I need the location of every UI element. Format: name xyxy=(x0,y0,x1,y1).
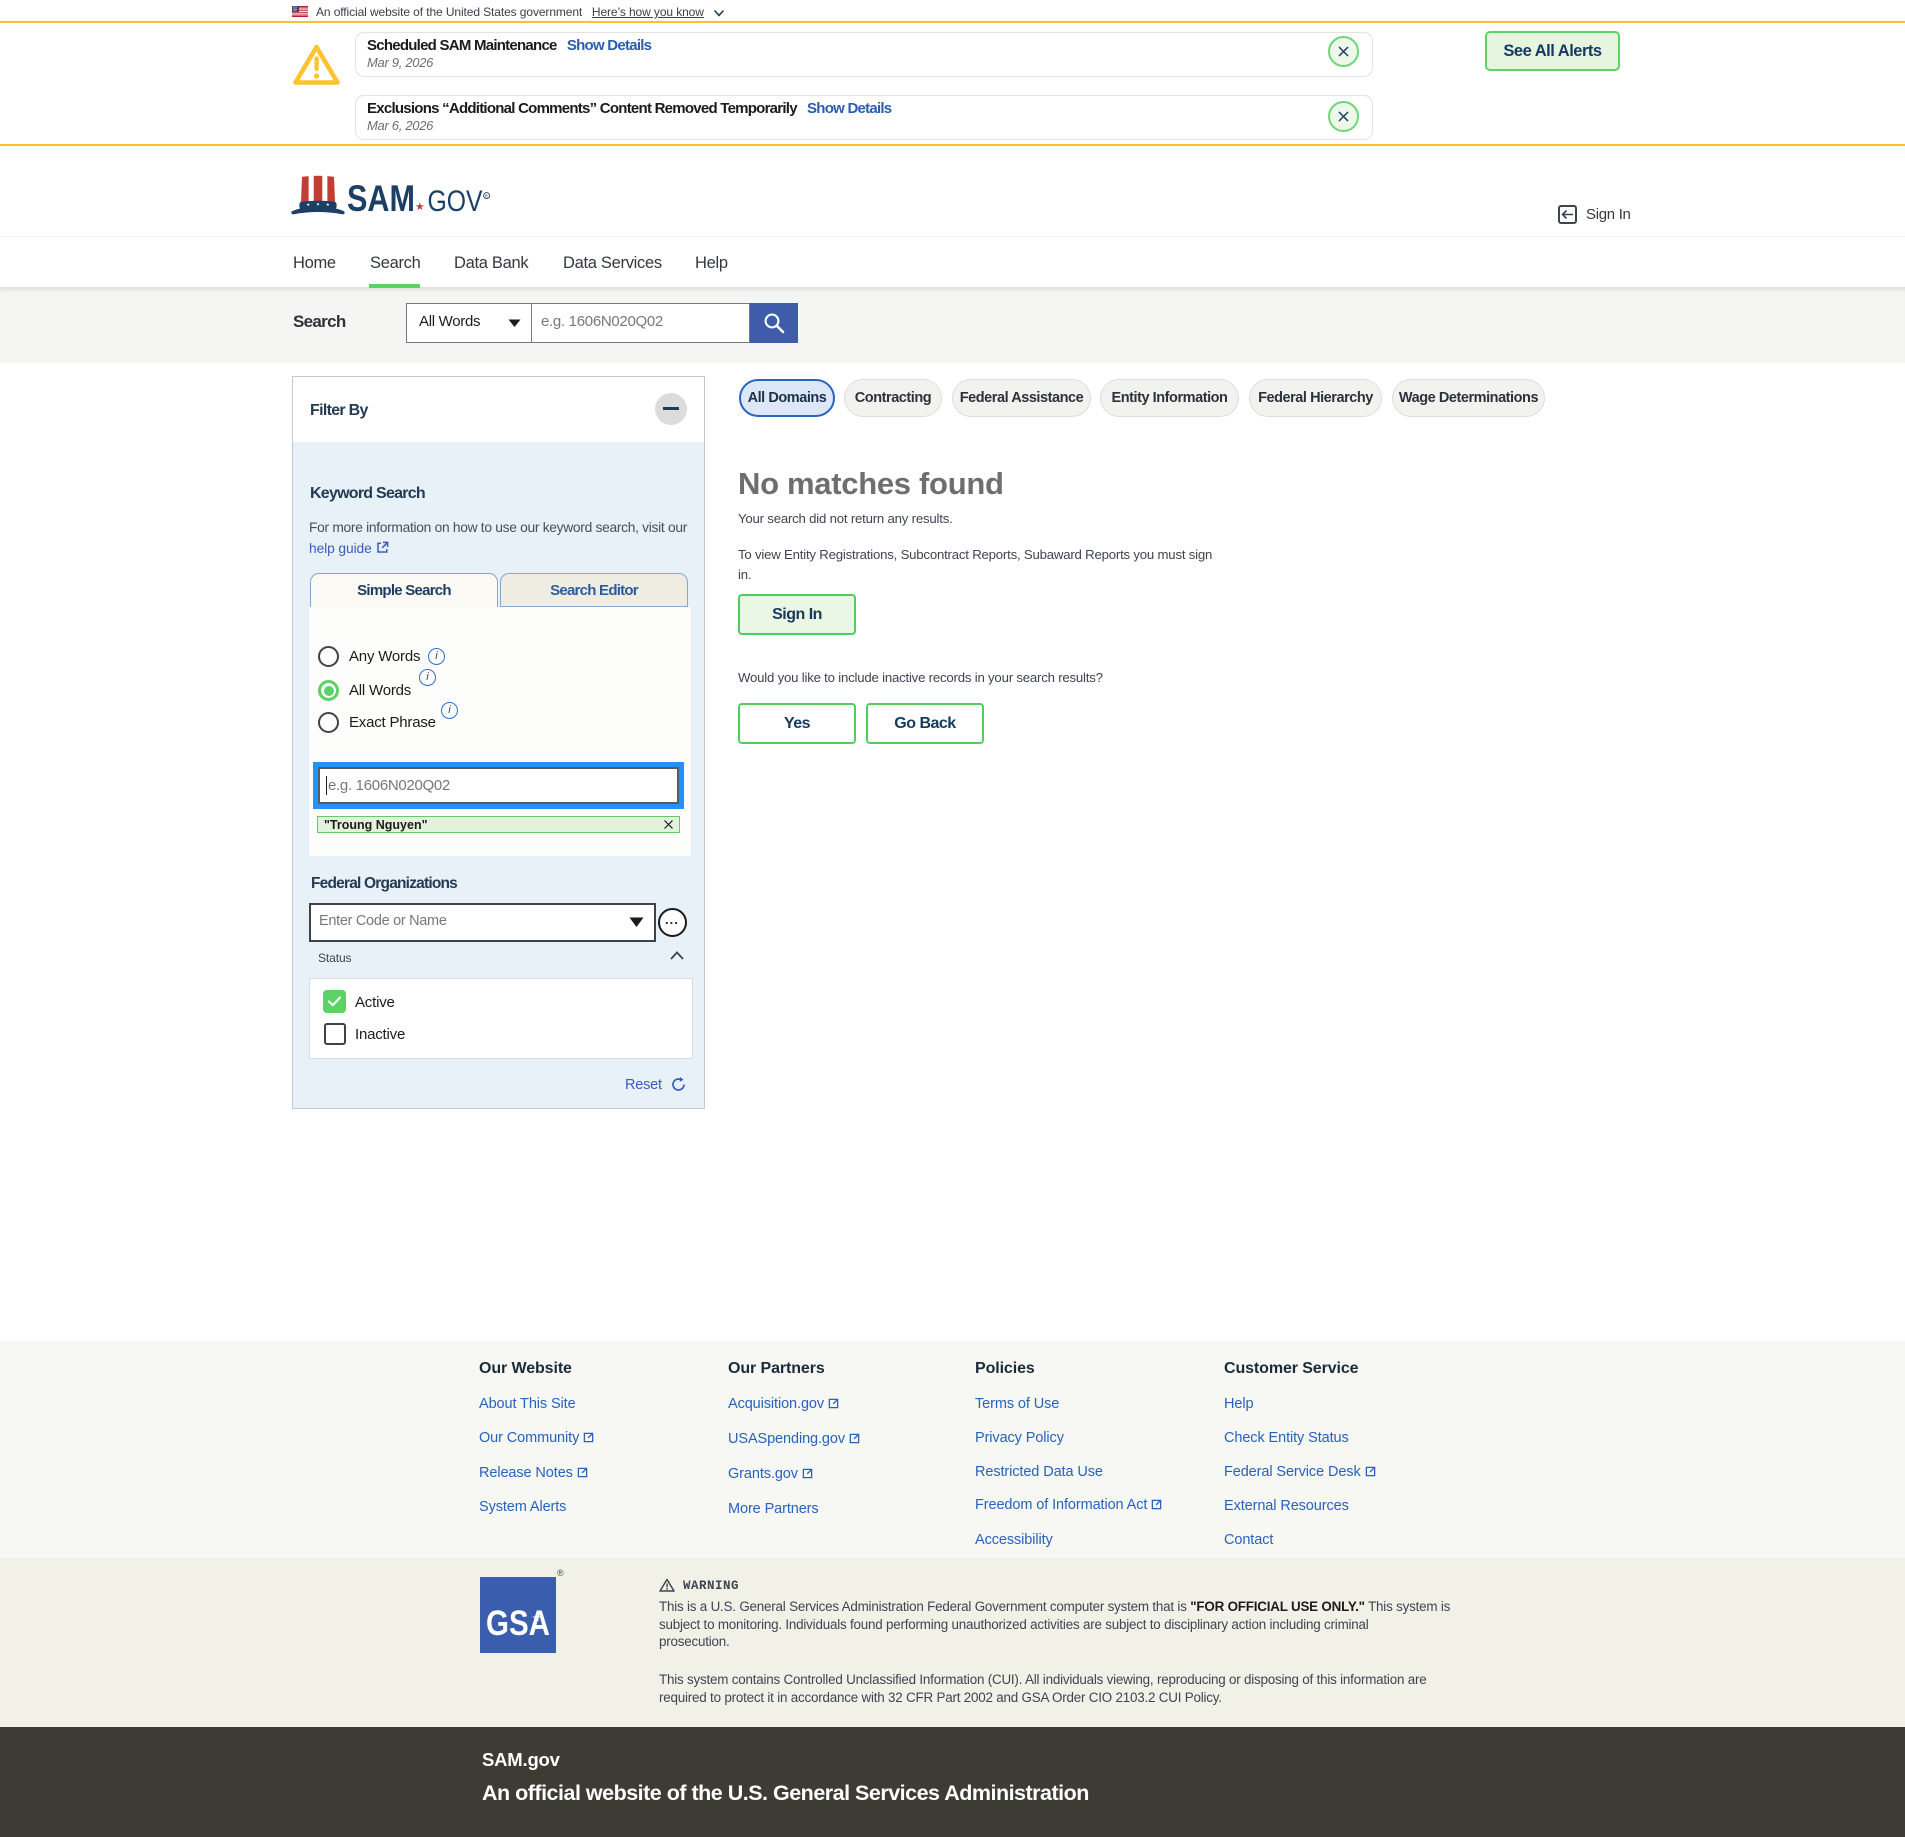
svg-text:GOV: GOV xyxy=(428,185,483,218)
svg-text:SAM: SAM xyxy=(347,178,415,219)
svg-text:GSA: GSA xyxy=(486,1604,550,1643)
svg-text:R: R xyxy=(485,194,488,199)
